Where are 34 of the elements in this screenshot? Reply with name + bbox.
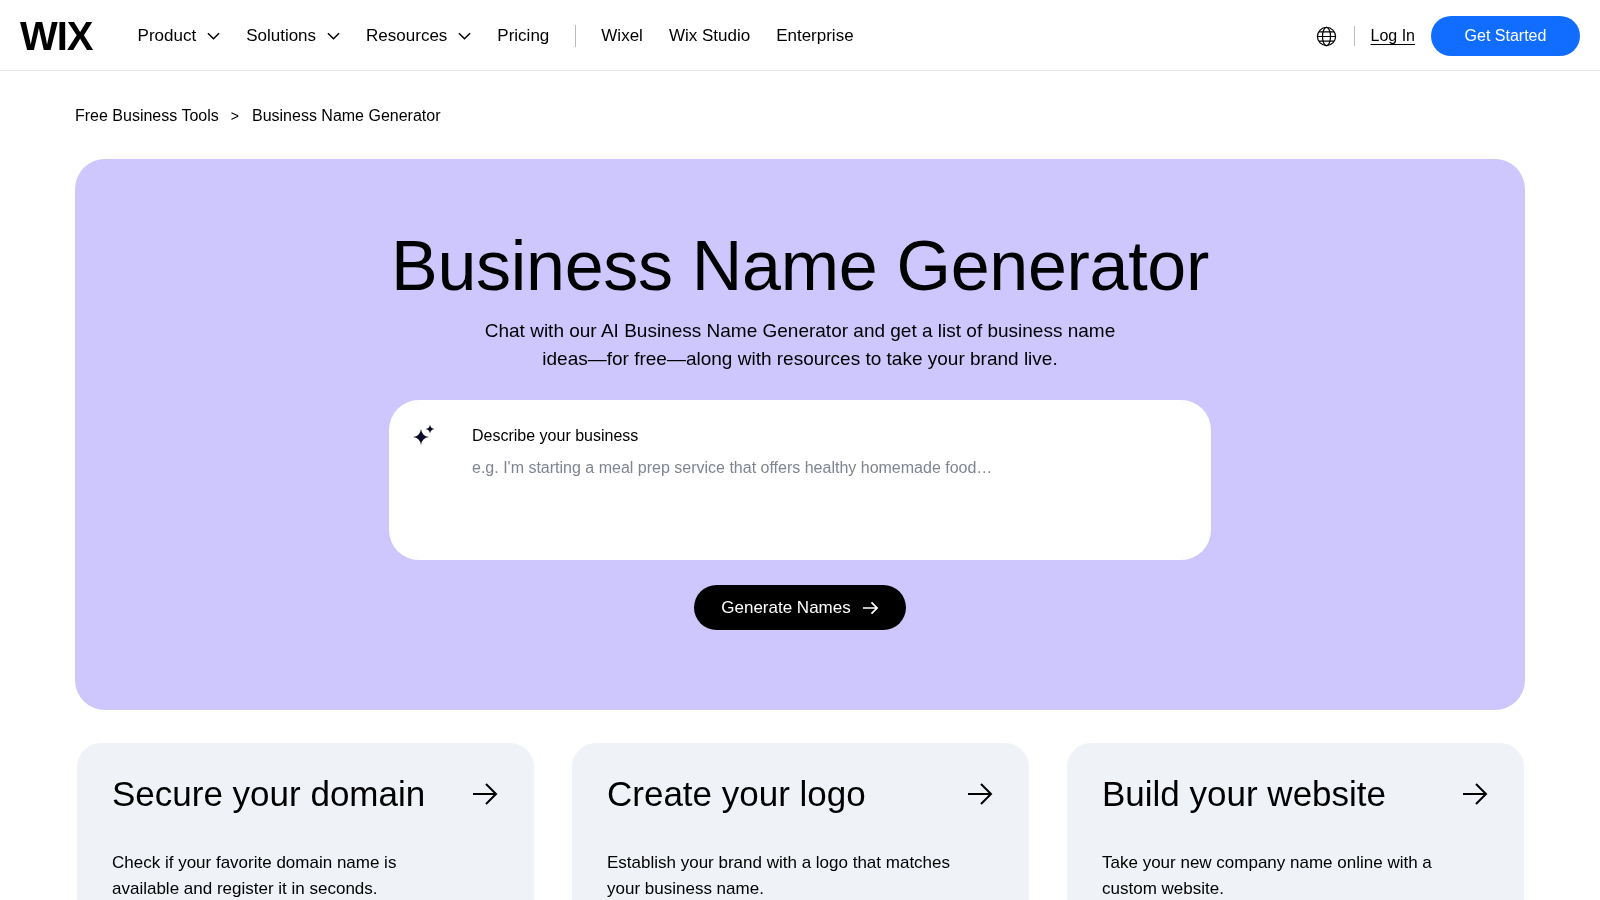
generate-names-button[interactable]: Generate Names [694,585,906,630]
nav-menu-item[interactable]: Wixel [601,26,643,46]
nav-menu-item[interactable]: Enterprise [776,26,854,46]
login-link[interactable]: Log In [1370,27,1415,45]
card-title: Build your website [1102,773,1387,815]
breadcrumb-separator: > [230,108,239,124]
page-subtitle: Chat with our AI Business Name Generator and get a list of business name ideas—for free—along with resources to take your brand live. [483,319,1117,371]
card-description: Check if your favorite domain name is available and register it in seconds. [112,852,398,900]
arrow-right-icon [1462,783,1488,805]
logo[interactable]: WIX [20,16,93,56]
nav-menu-item[interactable]: Pricing [497,26,550,46]
field-label: Describe your business [472,426,640,446]
prompt-input-box[interactable]: Describe your business e.g. I'm starting a meal prep service that offers healthy homemade food… [389,400,1211,560]
card-description: Take your new company name online with a custom website. [1102,852,1433,900]
nav-menu-item[interactable]: Product [137,26,221,46]
arrow-right-icon [472,783,498,805]
nav-menu-item[interactable]: Resources [366,26,472,46]
breadcrumb-link[interactable]: Free Business Tools [75,107,219,125]
breadcrumb-current-page: Business Name Generator [251,107,441,125]
globe-icon[interactable] [1315,25,1337,47]
card-title: Secure your domain [112,773,426,815]
feature-card[interactable]: Secure your domain Check if your favorite domain name is available and register it in seconds. [77,743,534,900]
feature-card[interactable]: Build your website Take your new company name online with a custom website. [1067,743,1524,900]
sparkle-icon [413,424,435,446]
arrow-right-icon [967,783,993,805]
nav-menu-item[interactable]: Solutions [246,26,341,46]
page-title: Business Name Generator [391,226,1209,307]
input-field[interactable]: e.g. I'm starting a meal prep service that offers healthy homemade food… [472,458,1162,538]
nav-menu-item[interactable]: Wix Studio [668,26,751,46]
get-started-button[interactable]: Get Started [1431,16,1580,56]
feature-card[interactable]: Create your logo Establish your brand with a logo that matches your business name. [572,743,1029,900]
card-description: Establish your brand with a logo that matches your business name. [607,852,952,900]
card-title: Create your logo [607,773,866,815]
arrow-right-icon [861,600,879,615]
